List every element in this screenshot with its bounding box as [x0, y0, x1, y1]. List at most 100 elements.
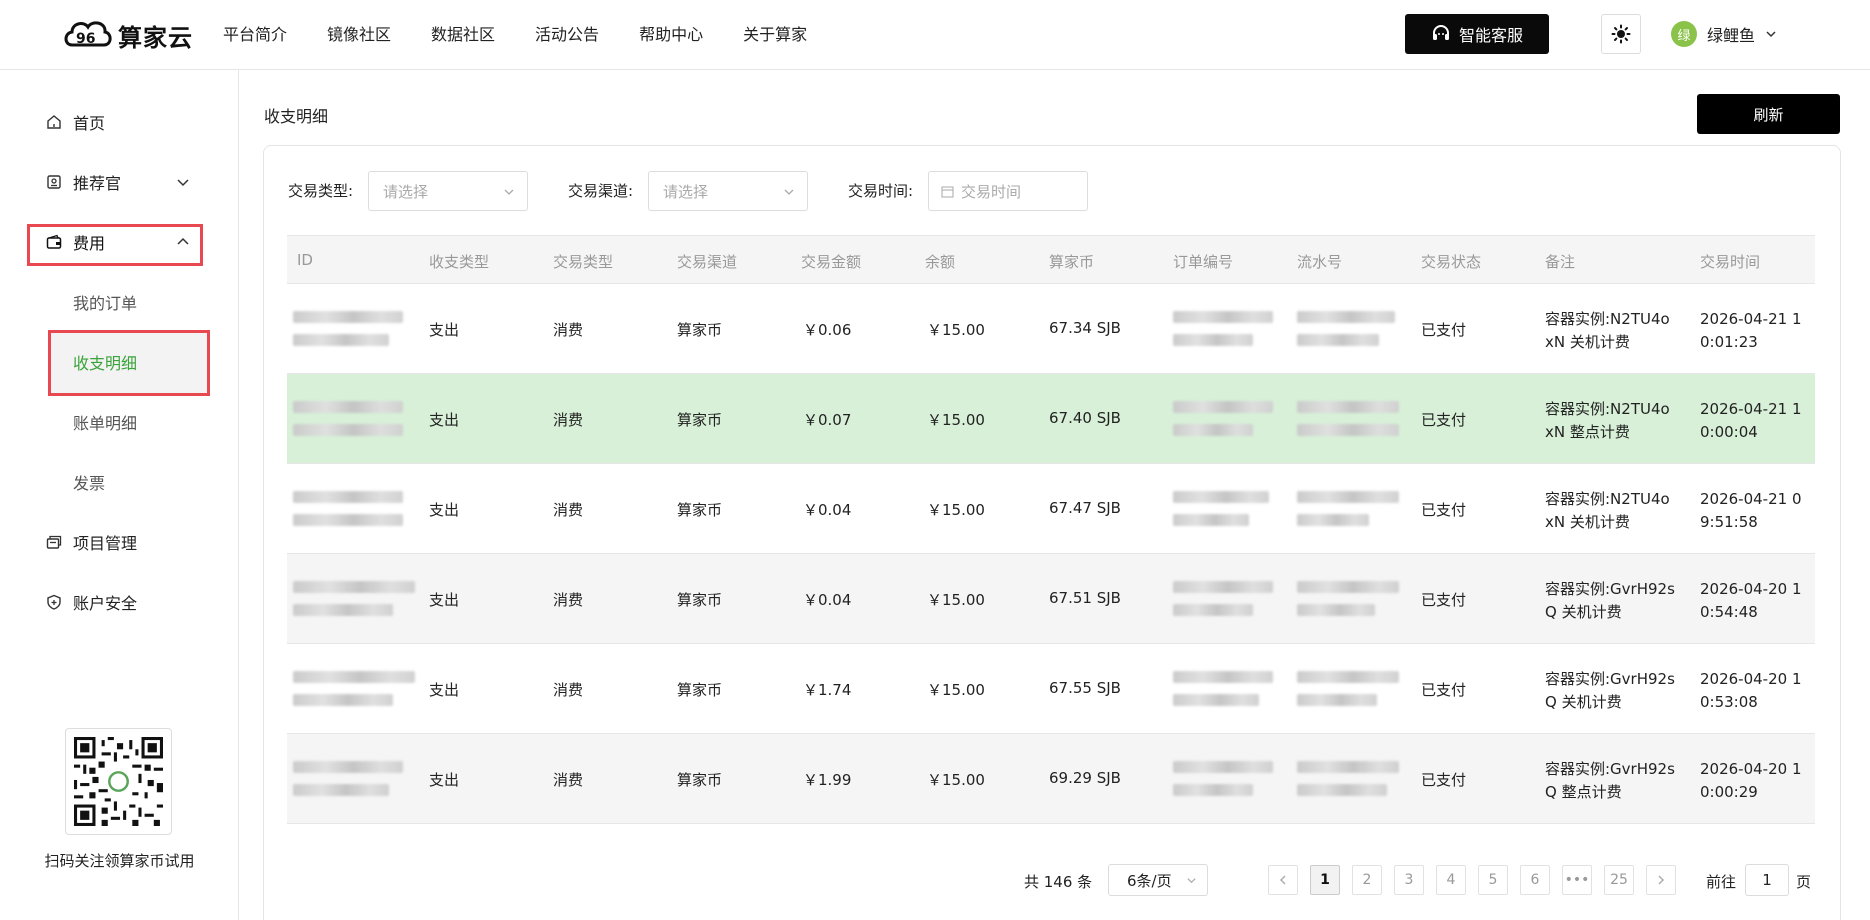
nav-announcements[interactable]: 活动公告 [535, 21, 599, 45]
calendar-icon [941, 186, 954, 198]
redacted-id [293, 491, 403, 503]
time-line: 0:01:23 [1700, 333, 1758, 351]
nav-about[interactable]: 关于算家 [743, 21, 807, 45]
next-page-button[interactable] [1646, 865, 1676, 895]
cell-channel: 算家币 [677, 411, 723, 429]
col-serial-no: 流水号 [1297, 253, 1343, 271]
filter-channel-label: 交易渠道: [568, 182, 634, 200]
cell-balance: ￥15.00 [927, 771, 985, 789]
customer-service-label: 智能客服 [1458, 26, 1523, 45]
redacted-serial-no [1297, 311, 1395, 323]
page-2-button[interactable]: 2 [1352, 865, 1382, 895]
table-row[interactable]: 支出 消费 算家币 ￥0.06 ￥15.00 67.34 SJB 已支付 容器实… [287, 284, 1815, 374]
nav-image-community[interactable]: 镜像社区 [327, 21, 391, 45]
sidebar-item-my-orders[interactable]: 我的订单 [73, 282, 137, 322]
note-line: Q 关机计费 [1545, 603, 1622, 621]
table-row[interactable]: 支出 消费 算家币 ￥1.74 ￥15.00 67.55 SJB 已支付 容器实… [287, 644, 1815, 734]
page-3-button[interactable]: 3 [1394, 865, 1424, 895]
col-amount: 交易金额 [801, 253, 862, 271]
cell-coin: 67.51 SJB [1049, 589, 1121, 607]
note-line: xN 关机计费 [1545, 513, 1630, 531]
page-6-button[interactable]: 6 [1520, 865, 1550, 895]
total-count: 共 146 条 [1024, 873, 1093, 891]
sidebar-item-account-security[interactable]: 账户安全 [0, 582, 239, 622]
redacted-serial-no [1297, 334, 1379, 346]
transaction-type-select[interactable]: 请选择 [368, 171, 528, 211]
time-line: 2026-04-21 1 [1700, 400, 1802, 418]
redacted-order-no [1173, 604, 1253, 616]
redacted-order-no [1173, 424, 1253, 436]
nav-data-community[interactable]: 数据社区 [431, 21, 495, 45]
user-menu[interactable]: 绿 绿鲤鱼 [1671, 20, 1777, 48]
nav-platform-intro[interactable]: 平台简介 [223, 21, 287, 45]
table-row[interactable]: 支出 消费 算家币 ￥0.04 ￥15.00 67.47 SJB 已支付 容器实… [287, 464, 1815, 554]
note-line: xN 整点计费 [1545, 423, 1630, 441]
page-size-value: 6条/页 [1127, 871, 1172, 890]
time-line: 2026-04-20 1 [1700, 580, 1802, 598]
prev-page-button[interactable] [1268, 865, 1298, 895]
nav-help-center[interactable]: 帮助中心 [639, 21, 703, 45]
transaction-channel-select[interactable]: 请选择 [648, 171, 808, 211]
refresh-button[interactable]: 刷新 [1697, 94, 1840, 134]
cell-time: 2026-04-20 1 0:54:48 [1700, 578, 1801, 624]
fees-highlight-box [27, 224, 203, 266]
transaction-time-picker[interactable]: 交易时间 [928, 171, 1088, 211]
sidebar-item-recommender[interactable]: 推荐官 [0, 162, 239, 202]
time-line: 9:51:58 [1700, 513, 1758, 531]
filter-time-label: 交易时间: [848, 182, 914, 200]
cell-status: 已支付 [1421, 411, 1467, 429]
chevron-down-icon [784, 189, 794, 195]
page-5-button[interactable]: 5 [1478, 865, 1508, 895]
cell-note: 容器实例:N2TU4o xN 关机计费 [1545, 308, 1670, 354]
folder-stack-icon [46, 535, 62, 549]
table-row[interactable]: 支出 消费 算家币 ￥1.99 ￥15.00 69.29 SJB 已支付 容器实… [287, 734, 1815, 824]
time-line: 0:53:08 [1700, 693, 1758, 711]
redacted-serial-no [1297, 491, 1399, 503]
cell-status: 已支付 [1421, 771, 1467, 789]
avatar: 绿 [1671, 21, 1697, 47]
sidebar-item-project-mgmt[interactable]: 项目管理 [0, 522, 239, 562]
cell-note: 容器实例:N2TU4o xN 关机计费 [1545, 488, 1670, 534]
page-4-button[interactable]: 4 [1436, 865, 1466, 895]
cell-time: 2026-04-20 1 0:53:08 [1700, 668, 1801, 714]
redacted-order-no [1173, 671, 1273, 683]
redacted-order-no [1173, 491, 1269, 503]
goto-page-input[interactable]: 1 [1745, 864, 1789, 896]
page-ellipsis-button[interactable]: ••• [1562, 865, 1592, 895]
logo[interactable]: 96 算家云 [62, 12, 193, 58]
redacted-serial-no [1297, 671, 1399, 683]
cell-io-type: 支出 [429, 411, 460, 429]
col-io-type: 收支类型 [429, 253, 490, 271]
cell-channel: 算家币 [677, 681, 723, 699]
table-row[interactable]: 支出 消费 算家币 ￥0.04 ￥15.00 67.51 SJB 已支付 容器实… [287, 554, 1815, 644]
sidebar-item-invoice[interactable]: 发票 [73, 462, 105, 502]
note-line: 容器实例:GvrH92s [1545, 760, 1675, 778]
customer-service-button[interactable]: 智能客服 [1405, 14, 1549, 54]
table-row[interactable]: 支出 消费 算家币 ￥0.07 ￥15.00 67.40 SJB 已支付 容器实… [287, 374, 1815, 464]
page-size-select[interactable]: 6条/页 [1108, 864, 1208, 896]
sidebar: 首页 推荐官 费用 我的订单 收支明细 账单明细 发票 项目管理 账户安全 扫码… [0, 70, 239, 920]
redacted-id [293, 311, 403, 323]
username: 绿鲤鱼 [1707, 26, 1756, 45]
cell-status: 已支付 [1421, 591, 1467, 609]
cell-io-type: 支出 [429, 591, 460, 609]
cell-time: 2026-04-21 1 0:00:04 [1700, 398, 1801, 444]
cell-amount: ￥1.74 [803, 681, 852, 699]
page-1-button[interactable]: 1 [1310, 865, 1340, 895]
redacted-order-no [1173, 581, 1273, 593]
qr-caption: 扫码关注领算家币试用 [44, 852, 195, 870]
note-line: xN 关机计费 [1545, 333, 1630, 351]
cell-coin: 67.55 SJB [1049, 679, 1121, 697]
theme-toggle-button[interactable] [1601, 14, 1641, 54]
shield-icon [47, 594, 61, 610]
cell-balance: ￥15.00 [927, 321, 985, 339]
redacted-order-no [1173, 311, 1273, 323]
cell-io-type: 支出 [429, 771, 460, 789]
sidebar-item-home[interactable]: 首页 [0, 102, 239, 142]
redacted-serial-no [1297, 604, 1375, 616]
cell-coin: 67.34 SJB [1049, 319, 1121, 337]
page-25-button[interactable]: 25 [1604, 865, 1634, 895]
sidebar-item-bill-details[interactable]: 账单明细 [73, 402, 137, 442]
col-status: 交易状态 [1421, 253, 1482, 271]
cell-channel: 算家币 [677, 591, 723, 609]
